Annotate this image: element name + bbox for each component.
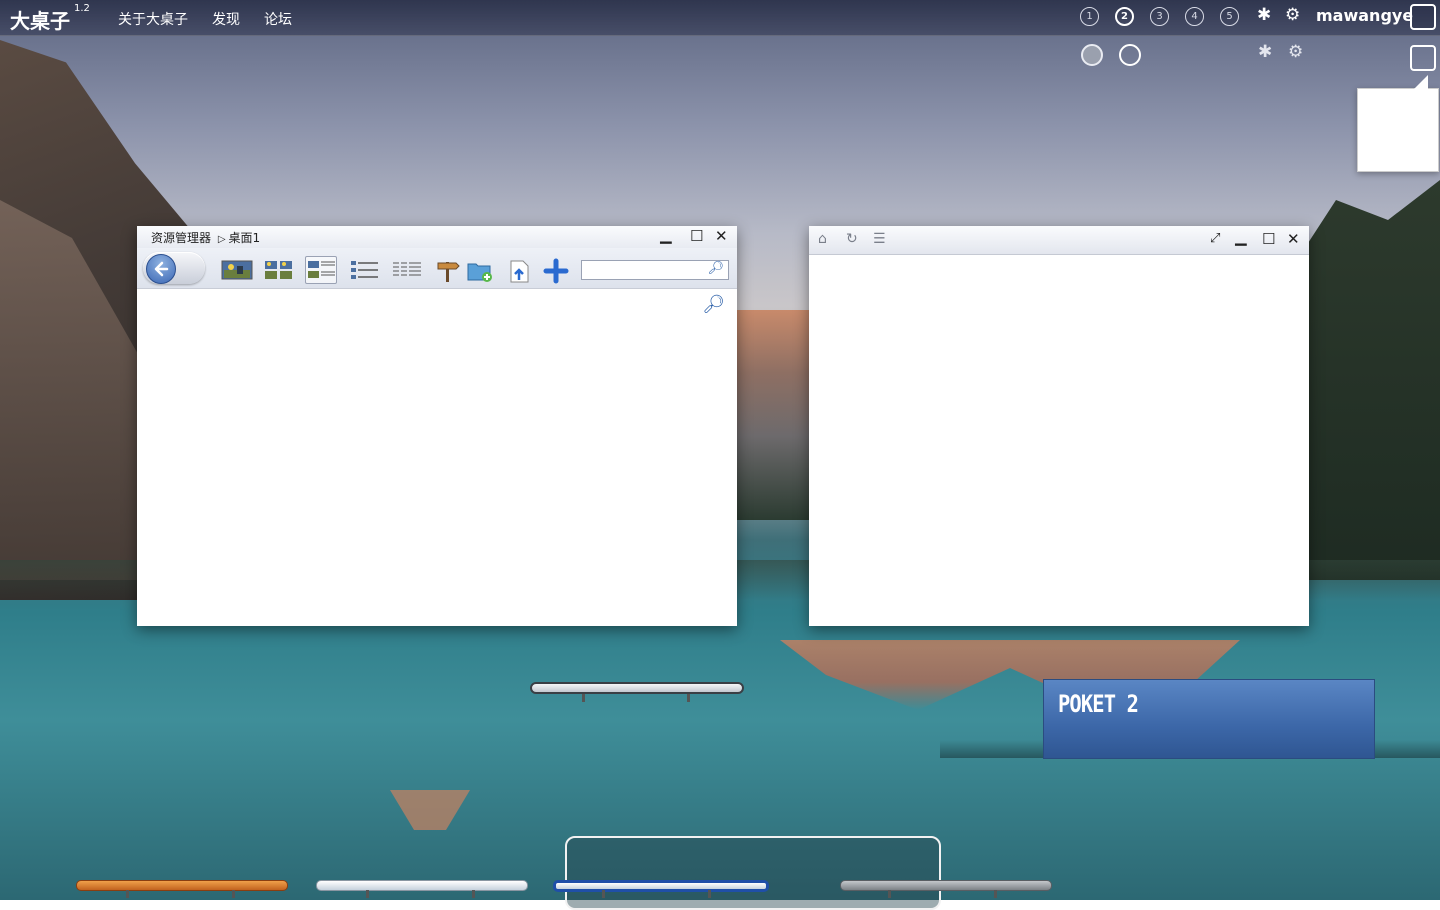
browser-content[interactable] — [809, 255, 1309, 626]
signpost-icon[interactable] — [433, 258, 463, 282]
desktop-2-button[interactable]: 2 — [1115, 7, 1134, 26]
large-thumbnail-view-icon[interactable] — [221, 258, 253, 282]
wallpaper-reflection-small — [390, 790, 470, 830]
app-version: 1.2 — [74, 3, 90, 14]
shelf-leg — [687, 694, 690, 702]
refresh-icon[interactable]: ↻ — [846, 231, 858, 247]
add-icon[interactable] — [541, 258, 571, 284]
menu-icon[interactable]: ☰ — [873, 231, 886, 247]
desktop-5-button[interactable]: 5 — [1220, 7, 1239, 26]
browser-toolbar[interactable]: ⌂ ↻ ☰ ⤢ ▁ ☐ ✕ — [809, 226, 1309, 255]
shelf-leg — [602, 890, 605, 898]
new-folder-icon[interactable] — [465, 258, 495, 282]
gear-icon: ⚙ — [1288, 42, 1304, 62]
shelf-leg — [126, 890, 129, 898]
shelf-leg — [366, 890, 369, 898]
dock-frame[interactable] — [565, 836, 941, 910]
shelf-leg — [888, 890, 891, 898]
file-manager-titlebar[interactable]: 资源管理器 ▷ 桌面1 ▁ ☐ ✕ — [137, 226, 737, 248]
dock-shelf-grey[interactable] — [840, 880, 1052, 891]
browser-window: ⌂ ↻ ☰ ⤢ ▁ ☐ ✕ — [809, 226, 1309, 626]
square-icon[interactable] — [1410, 45, 1436, 71]
dock-shelf-blue[interactable] — [553, 880, 769, 892]
upload-icon[interactable] — [505, 258, 535, 283]
top-nav: 关于大桌子 发现 论坛 — [118, 9, 292, 29]
shelf-leg — [994, 890, 997, 898]
user-menu-button[interactable] — [1410, 4, 1436, 30]
home-icon[interactable]: ⌂ — [818, 231, 827, 247]
user-popup — [1357, 75, 1439, 172]
maximize-icon[interactable]: ☐ — [1262, 230, 1275, 248]
file-manager-content[interactable]: 🔎︎ — [137, 288, 737, 626]
shelf-leg — [472, 890, 475, 898]
wallpaper-mountain — [730, 310, 820, 520]
dock-shelf-orange[interactable] — [76, 880, 288, 891]
detail-thumbnail-view-icon[interactable] — [305, 256, 337, 284]
spark-icon[interactable]: ✱ — [1257, 5, 1271, 25]
search-icon[interactable]: 🔎︎ — [702, 294, 725, 315]
shelf-leg — [232, 890, 235, 898]
ghost-circle-icon — [1081, 44, 1103, 66]
close-icon[interactable]: ✕ — [715, 227, 728, 245]
search-icon[interactable]: 🔎︎ — [707, 261, 724, 276]
dock-shelf-white[interactable] — [316, 880, 528, 891]
breadcrumb-separator-icon: ▷ — [217, 234, 226, 245]
desktop-4-button[interactable]: 4 — [1185, 7, 1204, 26]
file-manager-toolbar: 🔎︎ — [137, 248, 737, 289]
list-view-icon[interactable] — [349, 258, 379, 282]
breadcrumb: 资源管理器 ▷ 桌面1 — [151, 229, 260, 246]
gear-icon[interactable]: ⚙ — [1285, 5, 1300, 25]
search-box: 🔎︎ — [581, 260, 729, 282]
pocket-label: POKET 2 — [1058, 690, 1139, 718]
breadcrumb-current[interactable]: 桌面1 — [229, 231, 261, 245]
maximize-icon[interactable]: ☐ — [690, 227, 703, 245]
shelf-leg — [708, 890, 711, 898]
desktop-1-button[interactable]: 1 — [1080, 7, 1099, 26]
app-logo[interactable]: 大桌子 — [10, 5, 70, 34]
minimize-icon[interactable]: ▁ — [660, 226, 672, 244]
shelf[interactable] — [530, 682, 744, 694]
thumbnail-view-icon[interactable] — [263, 258, 293, 282]
nav-discover[interactable]: 发现 — [212, 9, 240, 29]
close-icon[interactable]: ✕ — [1287, 230, 1300, 248]
nav-about[interactable]: 关于大桌子 — [118, 9, 188, 29]
search-input[interactable] — [585, 264, 707, 282]
desktop-switcher: 1 2 3 4 5 — [1080, 7, 1239, 26]
ghost-circle-icon — [1119, 44, 1141, 66]
fullscreen-icon[interactable]: ⤢ — [1210, 231, 1220, 246]
back-arrow-icon — [146, 254, 176, 284]
nav-forum[interactable]: 论坛 — [264, 9, 292, 29]
shelf-leg — [582, 694, 585, 702]
desktop-3-button[interactable]: 3 — [1150, 7, 1169, 26]
spark-icon: ✱ — [1258, 42, 1273, 62]
small-list-view-icon[interactable] — [391, 258, 421, 282]
minimize-icon[interactable]: ▁ — [1235, 228, 1247, 246]
pocket-panel[interactable]: POKET 2 — [1043, 679, 1375, 759]
file-manager-window: 资源管理器 ▷ 桌面1 ▁ ☐ ✕ 🔎︎ 🔎︎ — [137, 226, 737, 626]
top-bar: 大桌子 1.2 关于大桌子 发现 论坛 1 2 3 4 5 ✱ ⚙ mawang… — [0, 0, 1440, 36]
back-button[interactable] — [143, 252, 205, 284]
breadcrumb-root[interactable]: 资源管理器 — [151, 231, 211, 245]
username[interactable]: mawangye — [1316, 6, 1413, 25]
